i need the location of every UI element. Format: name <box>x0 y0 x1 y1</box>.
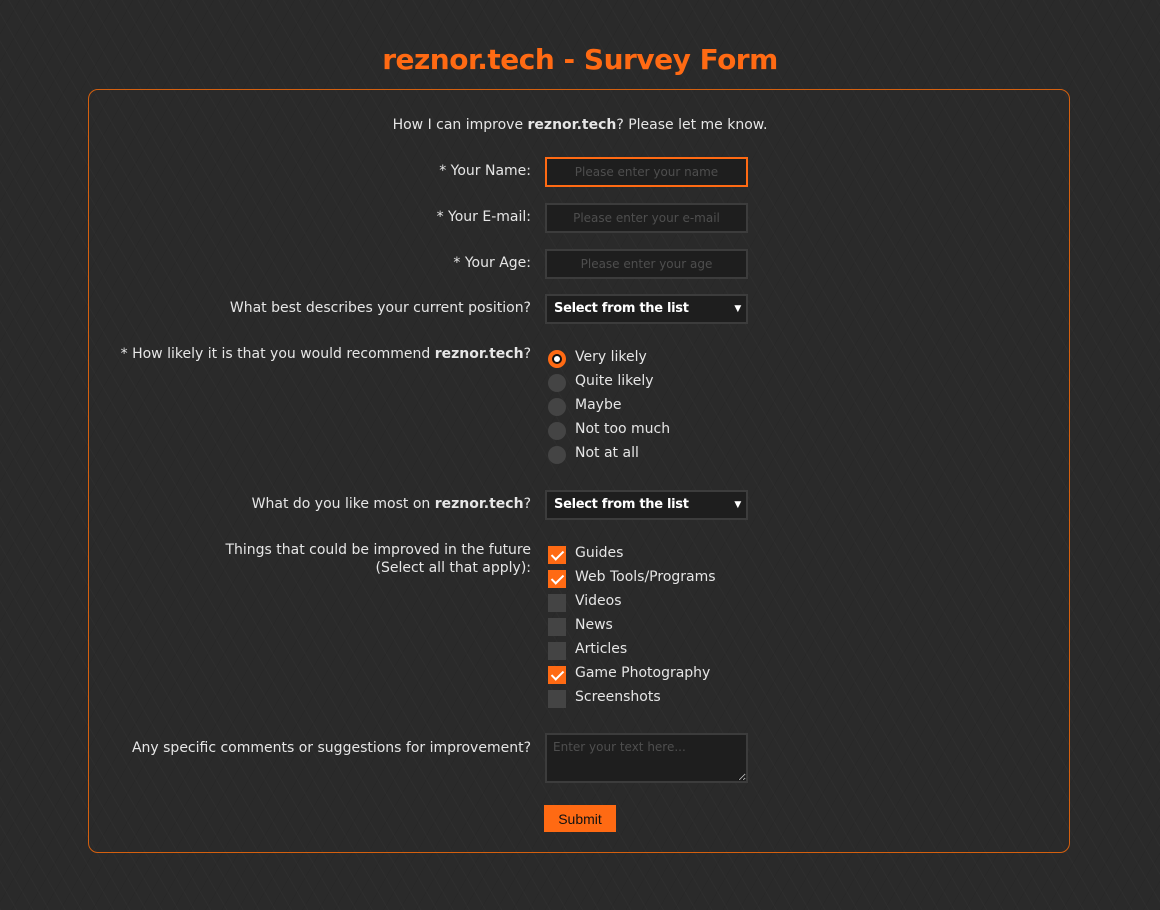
position-select-value: Select from the list <box>554 301 689 316</box>
checkbox-label: Game Photography <box>575 665 711 681</box>
radio-option-label: Not at all <box>575 445 639 461</box>
radio-unselected-icon[interactable] <box>548 398 566 416</box>
checkbox-checked-icon[interactable] <box>548 666 566 684</box>
radio-option-label: Maybe <box>575 397 622 413</box>
like-most-label: What do you like most on reznor.tech? <box>252 495 531 513</box>
radio-unselected-icon[interactable] <box>548 446 566 464</box>
like-most-label-prefix: What do you like most on <box>251 496 435 512</box>
like-most-select[interactable]: Select from the list ▼ <box>545 490 748 520</box>
checkbox-checked-icon[interactable] <box>548 570 566 588</box>
email-label: * Your E-mail: <box>436 209 531 225</box>
recommend-label-suffix: ? <box>523 346 531 362</box>
radio-unselected-icon[interactable] <box>548 422 566 440</box>
chevron-down-icon: ▼ <box>734 500 741 510</box>
recommend-label: * How likely it is that you would recomm… <box>121 345 531 363</box>
chevron-down-icon: ▼ <box>734 304 741 314</box>
email-input[interactable] <box>545 203 748 233</box>
like-most-label-site: reznor.tech <box>434 496 524 512</box>
improve-label: Things that could be improved in the fut… <box>225 541 531 577</box>
checkbox-label: News <box>575 617 613 633</box>
recommend-label-prefix: * How likely it is that you would recomm… <box>120 346 435 362</box>
age-label: * Your Age: <box>453 255 531 271</box>
radio-option-label: Not too much <box>575 421 671 437</box>
checkbox-unchecked-icon[interactable] <box>548 690 566 708</box>
comments-label: Any specific comments or suggestions for… <box>131 740 531 756</box>
position-label: What best describes your current positio… <box>229 300 531 316</box>
position-select[interactable]: Select from the list ▼ <box>545 294 748 324</box>
radio-option-label: Quite likely <box>575 373 654 389</box>
radio-unselected-icon[interactable] <box>548 374 566 392</box>
like-most-select-value: Select from the list <box>554 497 689 512</box>
intro-site: reznor.tech <box>527 117 617 133</box>
like-most-label-suffix: ? <box>523 496 531 512</box>
improve-label-line2: (Select all that apply): <box>375 560 532 576</box>
name-label: * Your Name: <box>439 163 531 179</box>
radio-option-label: Very likely <box>575 349 647 365</box>
checkbox-unchecked-icon[interactable] <box>548 594 566 612</box>
name-input[interactable] <box>545 157 748 187</box>
checkbox-unchecked-icon[interactable] <box>548 642 566 660</box>
submit-button[interactable]: Submit <box>544 805 616 832</box>
recommend-label-site: reznor.tech <box>434 346 524 362</box>
checkbox-label: Videos <box>575 593 622 609</box>
checkbox-label: Guides <box>575 545 624 561</box>
checkbox-label: Articles <box>575 641 628 657</box>
intro-suffix: ? Please let me know. <box>616 117 768 133</box>
page-title: reznor.tech - Survey Form <box>382 42 778 76</box>
age-input[interactable] <box>545 249 748 279</box>
checkbox-checked-icon[interactable] <box>548 546 566 564</box>
intro-prefix: How I can improve <box>392 117 528 133</box>
radio-selected-icon[interactable] <box>548 350 566 368</box>
intro-text: How I can improve reznor.tech? Please le… <box>0 117 1160 133</box>
checkbox-label: Screenshots <box>575 689 661 705</box>
checkbox-unchecked-icon[interactable] <box>548 618 566 636</box>
checkbox-label: Web Tools/Programs <box>575 569 716 585</box>
comments-textarea[interactable] <box>545 733 748 783</box>
improve-label-line1: Things that could be improved in the fut… <box>225 542 531 558</box>
